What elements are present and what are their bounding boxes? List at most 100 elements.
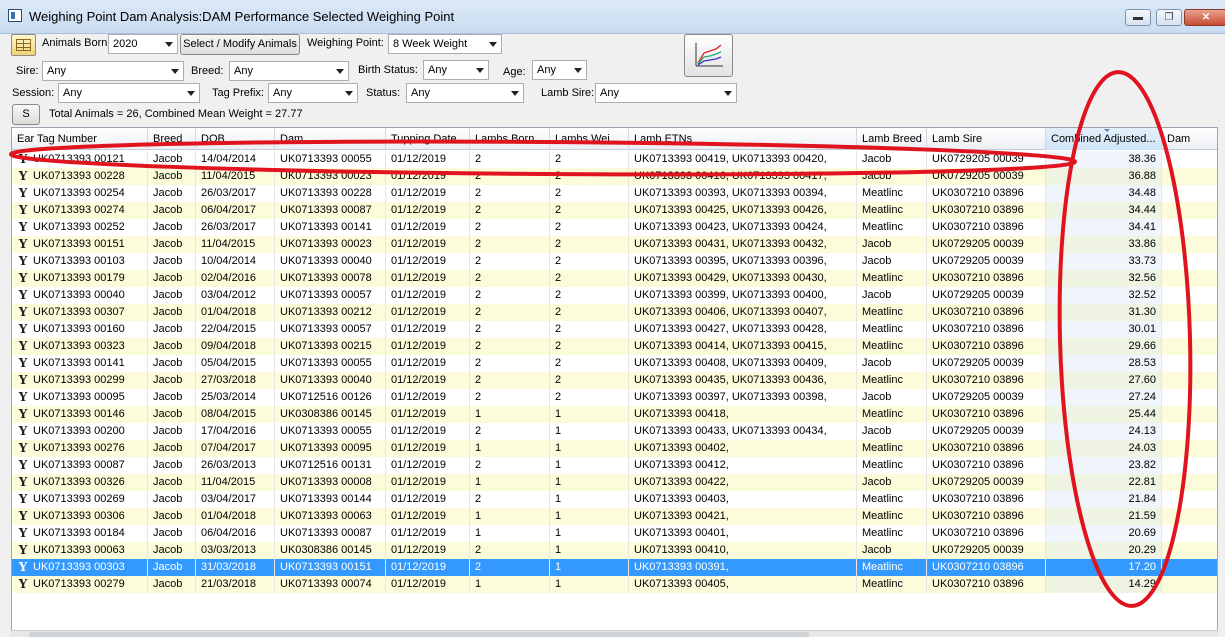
table-row[interactable]: Y UK0713393 00160 Jacob 22/04/2015 UK0713393… [12,321,1217,338]
ear-tag-cell: Y UK0713393 00095 [12,389,148,406]
ear-tag-text: UK0713393 00279 [33,578,125,590]
table-row[interactable]: Y UK0713393 00279 Jacob 21/03/2018 UK0713393… [12,576,1217,593]
restore-button[interactable]: ❐ [1156,9,1182,26]
table-row[interactable]: Y UK0713393 00299 Jacob 27/03/2018 UK0713393… [12,372,1217,389]
table-row[interactable]: Y UK0713393 00179 Jacob 02/04/2016 UK0713393… [12,270,1217,287]
column-header[interactable]: Ear Tag Number [12,128,148,150]
table-row[interactable]: Y UK0713393 00087 Jacob 26/03/2013 UK0712516… [12,457,1217,474]
table-cell: 2 [470,236,550,253]
table-cell: UK0713393 00078 [275,270,386,287]
table-cell: UK0729205 00039 [927,168,1046,185]
select-modify-animals-button[interactable]: Select / Modify Animals [180,34,300,55]
ear-tag-cell: Y UK0713393 00141 [12,355,148,372]
window-title: Weighing Point Dam Analysis:DAM Performa… [29,9,455,24]
table-cell [1162,287,1217,304]
table-cell: Meatlinc [857,457,927,474]
table-cell: Jacob [857,355,927,372]
ear-tag-cell: Y UK0713393 00121 [12,151,148,168]
column-header[interactable]: Combined Adjusted... [1046,128,1162,150]
scrollbar-thumb[interactable] [29,632,809,637]
table-header: Ear Tag Number Breed DOB Dam Tupping Date Lam… [12,128,1217,150]
column-header[interactable]: Dam [1162,128,1217,150]
table-cell: 2 [550,355,629,372]
table-row[interactable]: Y UK0713393 00252 Jacob 26/03/2017 UK0713393… [12,219,1217,236]
status-select[interactable]: Any [406,83,524,103]
table-cell: 24.03 [1046,440,1162,457]
table-row[interactable]: Y UK0713393 00323 Jacob 09/04/2018 UK0713393… [12,338,1217,355]
table-cell: 2 [470,338,550,355]
ear-tag-text: UK0713393 00306 [33,510,125,522]
table-row[interactable]: Y UK0713393 00141 Jacob 05/04/2015 UK0713393… [12,355,1217,372]
table-row[interactable]: Y UK0713393 00254 Jacob 26/03/2017 UK0713393… [12,185,1217,202]
s-button[interactable]: S [12,104,40,125]
age-label: Age: [503,66,526,78]
table-cell: UK0713393 00057 [275,321,386,338]
table-cell [1162,389,1217,406]
grid-view-button[interactable] [11,34,36,56]
table-row[interactable]: Y UK0713393 00103 Jacob 10/04/2014 UK0713393… [12,253,1217,270]
column-header[interactable]: DOB [196,128,275,150]
table-cell: UK0307210 03896 [927,321,1046,338]
table-row[interactable]: Y UK0713393 00040 Jacob 03/04/2012 UK0713393… [12,287,1217,304]
table-cell: 2 [550,219,629,236]
column-header[interactable]: Breed [148,128,196,150]
table-row[interactable]: Y UK0713393 00184 Jacob 06/04/2016 UK0713393… [12,525,1217,542]
chevron-down-icon [165,42,173,47]
table-row[interactable]: Y UK0713393 00063 Jacob 03/03/2013 UK0308386… [12,542,1217,559]
chart-button[interactable] [684,34,733,77]
ewe-icon: Y [18,203,28,217]
table-cell: 2 [470,355,550,372]
minimize-icon: ▬ [1133,12,1143,23]
table-cell: UK0713393 00055 [275,355,386,372]
tag-prefix-select[interactable]: Any [268,83,358,103]
table-cell: Jacob [148,474,196,491]
column-header[interactable]: Dam [275,128,386,150]
table-row[interactable]: Y UK0713393 00303 Jacob 31/03/2018 UK0713393… [12,559,1217,576]
table-row[interactable]: Y UK0713393 00151 Jacob 11/04/2015 UK0713393… [12,236,1217,253]
minimize-button[interactable]: ▬ [1125,9,1151,26]
table-cell: UK0713393 00023 [275,236,386,253]
chevron-down-icon [345,91,353,96]
column-header[interactable]: Lamb Breed [857,128,927,150]
ear-tag-cell: Y UK0713393 00063 [12,542,148,559]
column-header[interactable]: Lambs Born [470,128,550,150]
ear-tag-text: UK0713393 00299 [33,374,125,386]
table-cell: UK0713393 00228 [275,185,386,202]
table-cell [1162,440,1217,457]
ear-tag-text: UK0713393 00040 [33,289,125,301]
column-header[interactable]: Lambs Wei... [550,128,629,150]
column-header[interactable]: Lamb ETNs [629,128,857,150]
lamb-sire-select[interactable]: Any [595,83,737,103]
table-row[interactable]: Y UK0713393 00307 Jacob 01/04/2018 UK0713393… [12,304,1217,321]
table-row[interactable]: Y UK0713393 00269 Jacob 03/04/2017 UK0713393… [12,491,1217,508]
table-row[interactable]: Y UK0713393 00326 Jacob 11/04/2015 UK0713393… [12,474,1217,491]
table-cell: 2 [470,389,550,406]
table-row[interactable]: Y UK0713393 00121 Jacob 14/04/2014 UK0713393… [12,151,1217,168]
session-select[interactable]: Any [58,83,200,103]
breed-label: Breed: [191,65,224,77]
table-row[interactable]: Y UK0713393 00200 Jacob 17/04/2016 UK0713393… [12,423,1217,440]
table-cell: 2 [470,423,550,440]
ear-tag-cell: Y UK0713393 00040 [12,287,148,304]
breed-select[interactable]: Any [229,61,349,81]
table-row[interactable]: Y UK0713393 00228 Jacob 11/04/2015 UK0713393… [12,168,1217,185]
sire-select[interactable]: Any [42,61,184,81]
column-header[interactable]: Lamb Sire [927,128,1046,150]
animals-born-select[interactable]: 2020 [108,34,178,54]
table-row[interactable]: Y UK0713393 00095 Jacob 25/03/2014 UK0712516… [12,389,1217,406]
close-button[interactable]: ✕ [1184,9,1225,26]
table-row[interactable]: Y UK0713393 00274 Jacob 06/04/2017 UK0713393… [12,202,1217,219]
column-header[interactable]: Tupping Date [386,128,470,150]
horizontal-scrollbar[interactable] [11,630,1218,637]
weighing-point-select[interactable]: 8 Week Weight [388,34,502,54]
table-cell: UK0307210 03896 [927,440,1046,457]
table-row[interactable]: Y UK0713393 00146 Jacob 08/04/2015 UK0308386… [12,406,1217,423]
table-row[interactable]: Y UK0713393 00276 Jacob 07/04/2017 UK0713393… [12,440,1217,457]
birth-status-select[interactable]: Any [423,60,489,80]
table-cell: Meatlinc [857,372,927,389]
table-row[interactable]: Y UK0713393 00306 Jacob 01/04/2018 UK0713393… [12,508,1217,525]
ewe-icon: Y [18,339,28,353]
age-select[interactable]: Any [532,60,587,80]
table-cell: 33.73 [1046,253,1162,270]
ewe-icon: Y [18,169,28,183]
